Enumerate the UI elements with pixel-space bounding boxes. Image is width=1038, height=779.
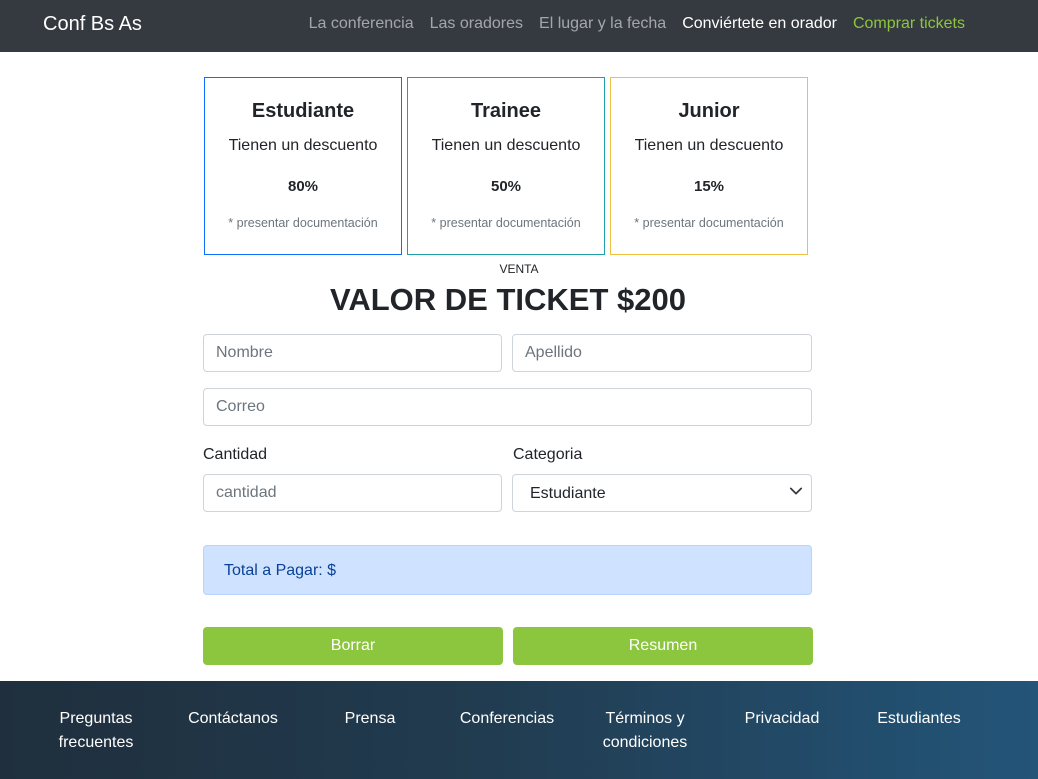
page-title: VALOR DE TICKET $200 [329,282,686,317]
nav-link-comprar-tickets[interactable]: Comprar tickets [853,15,965,33]
nav-link-las-oradores[interactable]: Las oradores [430,15,523,33]
nav-link-la-conferencia[interactable]: La conferencia [309,15,414,33]
footer-link-privacidad[interactable]: Privacidad [717,707,847,731]
cantidad-input[interactable] [203,474,502,512]
borrar-button[interactable]: Borrar [203,627,503,665]
card-note: * presentar documentación [228,216,378,230]
nav-links: La conferencia Las oradores El lugar y l… [309,15,965,33]
sale-eyebrow: VENTA [499,262,539,276]
footer-link-preguntas-frecuentes[interactable]: Preguntas frecuentes [31,707,161,755]
resumen-button[interactable]: Resumen [513,627,813,665]
card-note: * presentar documentación [634,216,784,230]
categoria-selected-value: Estudiante [530,485,606,502]
nav-link-conviertete-orador[interactable]: Conviértete en orador [682,15,837,33]
footer-link-contactanos[interactable]: Contáctanos [168,707,298,731]
card-discount: 50% [490,178,522,195]
card-title: Estudiante [251,100,355,122]
card-text: Tienen un descuento [634,137,784,154]
categoria-select[interactable]: Estudiante [512,474,812,512]
card-discount: 15% [693,178,725,195]
discount-card-estudiante: Estudiante Tienen un descuento 80% * pre… [204,77,402,255]
top-navbar: Conf Bs As La conferencia Las oradores E… [0,0,1038,52]
correo-input[interactable] [203,388,812,426]
card-title: Junior [678,100,740,122]
footer: Preguntas frecuentes Contáctanos Prensa … [0,681,1038,779]
card-text: Tienen un descuento [228,137,378,154]
footer-link-conferencias[interactable]: Conferencias [442,707,572,731]
card-title: Trainee [470,100,542,122]
apellido-input[interactable] [512,334,812,372]
cantidad-label: Cantidad [203,446,268,463]
card-note: * presentar documentación [431,216,581,230]
card-discount: 80% [287,178,319,195]
footer-link-terminos-condiciones[interactable]: Términos y condiciones [580,707,710,755]
card-text: Tienen un descuento [431,137,581,154]
nav-link-lugar-fecha[interactable]: El lugar y la fecha [539,15,666,33]
total-alert: Total a Pagar: $ [203,545,812,595]
chevron-down-icon [789,487,803,495]
footer-link-estudiantes[interactable]: Estudiantes [854,707,984,731]
nombre-input[interactable] [203,334,502,372]
brand-logo[interactable]: Conf Bs As [43,13,142,36]
discount-card-trainee: Trainee Tienen un descuento 50% * presen… [407,77,605,255]
footer-link-prensa[interactable]: Prensa [305,707,435,731]
categoria-label: Categoria [513,446,583,463]
total-text: Total a Pagar: $ [224,562,337,579]
discount-card-junior: Junior Tienen un descuento 15% * present… [610,77,808,255]
